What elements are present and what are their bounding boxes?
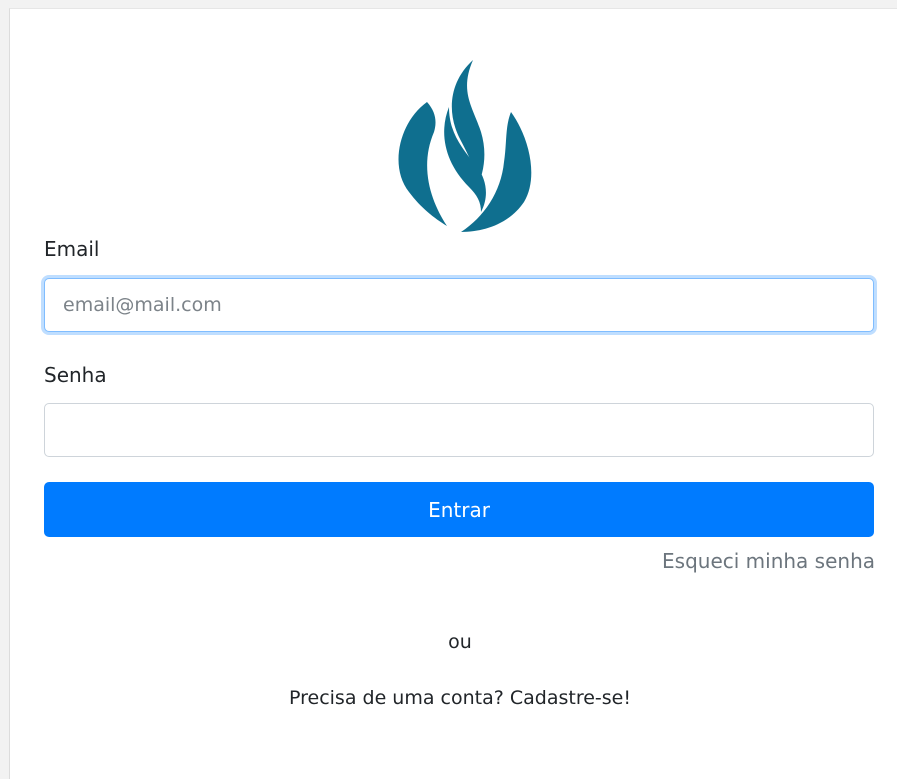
separator-text: ou	[448, 631, 472, 653]
email-input[interactable]	[44, 278, 874, 332]
signup-row: Precisa de uma conta? Cadastre-se!	[10, 687, 897, 709]
signup-link[interactable]: Precisa de uma conta? Cadastre-se!	[289, 687, 631, 709]
login-card: Email Senha Entrar Esqueci minha senha o…	[9, 8, 897, 779]
forgot-password-link[interactable]: Esqueci minha senha	[662, 549, 875, 573]
password-input[interactable]	[44, 403, 874, 457]
email-label: Email	[44, 237, 100, 261]
login-button[interactable]: Entrar	[44, 482, 874, 537]
password-label: Senha	[44, 363, 107, 387]
flame-logo-icon	[398, 60, 532, 232]
